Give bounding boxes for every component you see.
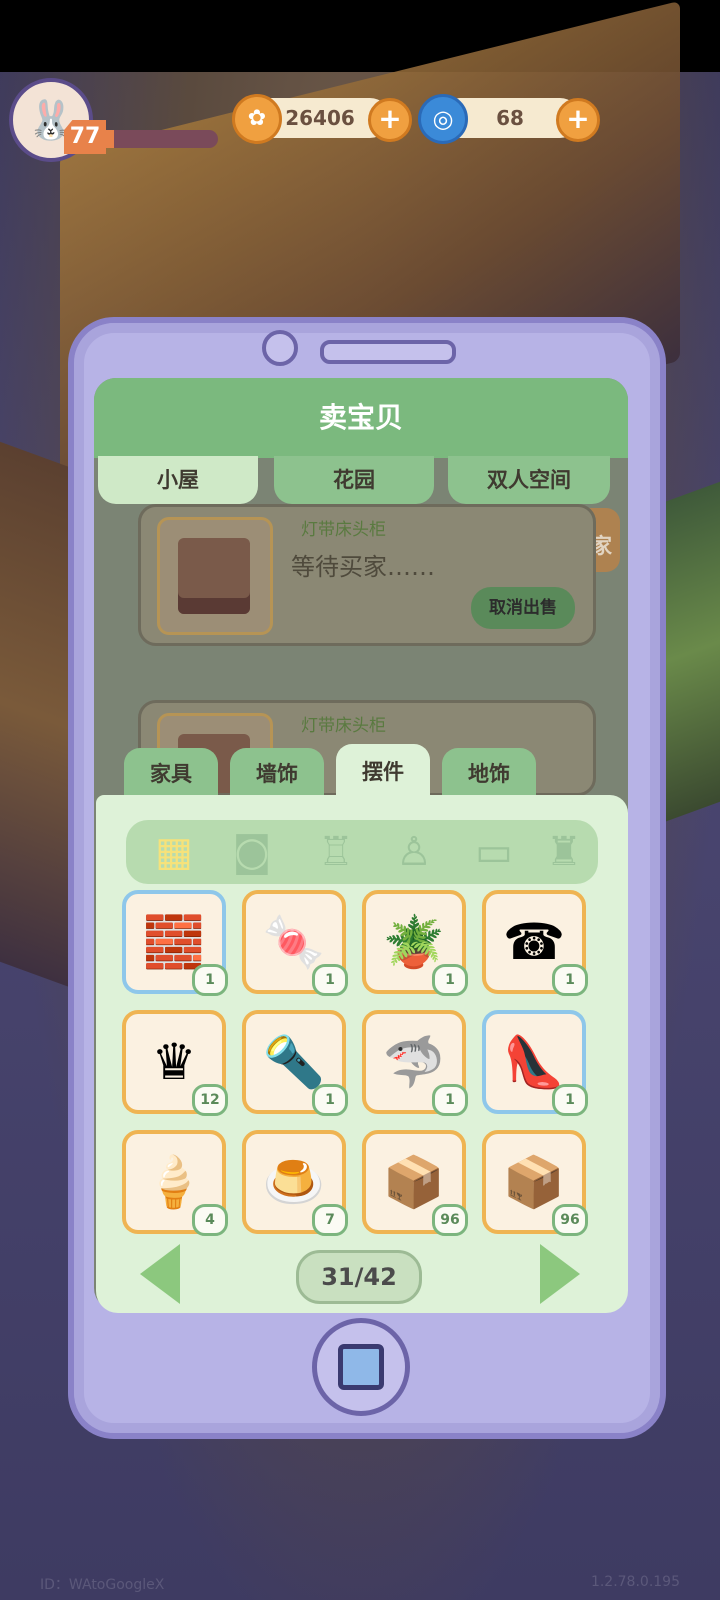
item-quantity: 1 — [552, 964, 588, 996]
player-id: ID：WAtoGoogleX — [40, 1577, 165, 1593]
add-gems-button[interactable]: + — [556, 98, 600, 142]
coin-icon: ✿ — [232, 94, 282, 144]
item-quantity: 1 — [312, 964, 348, 996]
tab-wall-decor[interactable]: 墙饰 — [230, 748, 324, 800]
item-chess-queen[interactable]: ♛ 12 — [122, 1010, 228, 1116]
xp-bar — [100, 130, 218, 148]
sale-listing: 灯带床头柜 等待买家…… 取消出售 — [138, 504, 596, 646]
item-quantity: 12 — [192, 1084, 228, 1116]
add-coins-button[interactable]: + — [368, 98, 412, 142]
level-badge: 77 — [64, 120, 106, 154]
item-quantity: 1 — [432, 1084, 468, 1116]
page-indicator: 31/42 — [296, 1250, 422, 1304]
item-flashlight[interactable]: 🔦 1 — [242, 1010, 348, 1116]
sale-item-name: 灯带床头柜 — [301, 520, 386, 540]
item-building-blocks[interactable]: 🧱 1 — [122, 890, 228, 996]
sale-item-name: 灯带床头柜 — [301, 716, 386, 736]
item-quantity: 7 — [312, 1204, 348, 1236]
bottle-icon[interactable]: ♜ — [536, 824, 592, 880]
home-square-icon — [338, 1344, 384, 1390]
item-quantity: 1 — [192, 964, 228, 996]
nightstand-icon — [178, 538, 250, 614]
item-pink-shoe[interactable]: 👠 1 — [482, 1010, 588, 1116]
location-tabs: 小屋 花园 双人空间 — [98, 456, 624, 504]
footer: ID：WAtoGoogleX 1.2.78.0.195 — [40, 1574, 680, 1594]
item-cardboard-box[interactable]: 📦 96 — [482, 1130, 588, 1236]
sale-item-thumbnail — [157, 517, 273, 635]
grid-icon[interactable]: ▦ — [146, 824, 202, 880]
tab-ornaments[interactable]: 摆件 — [336, 744, 430, 800]
item-quantity: 1 — [312, 1084, 348, 1116]
tab-shared-space[interactable]: 双人空间 — [448, 456, 610, 504]
tab-floor-decor[interactable]: 地饰 — [442, 748, 536, 800]
item-quantity: 1 — [552, 1084, 588, 1116]
item-quantity: 4 — [192, 1204, 228, 1236]
pillow-icon[interactable]: ▭ — [466, 824, 522, 880]
cancel-sale-button[interactable]: 取消出售 — [471, 587, 575, 629]
item-quantity: 1 — [432, 964, 468, 996]
tab-furniture[interactable]: 家具 — [124, 748, 218, 800]
version-number: 1.2.78.0.195 — [590, 1574, 680, 1590]
item-cardboard-box[interactable]: 📦 96 — [362, 1130, 468, 1236]
item-gumball-machine[interactable]: 🍬 1 — [242, 890, 348, 996]
cup-icon[interactable]: ♖ — [308, 824, 364, 880]
item-shark-plush[interactable]: 🦈 1 — [362, 1010, 468, 1116]
pot-icon[interactable]: ◙ — [224, 824, 280, 880]
item-quantity: 96 — [432, 1204, 468, 1236]
tab-garden[interactable]: 花园 — [274, 456, 434, 504]
tab-cabin[interactable]: 小屋 — [98, 456, 258, 504]
item-ice-cream-plate[interactable]: 🍦 4 — [122, 1130, 228, 1236]
page-title: 卖宝贝 — [94, 378, 628, 458]
lamp-icon[interactable]: ♙ — [386, 824, 442, 880]
phone-speaker — [320, 340, 456, 364]
item-jelly-pudding[interactable]: 🍮 7 — [242, 1130, 348, 1236]
item-telephone[interactable]: ☎ 1 — [482, 890, 588, 996]
item-plant-pots[interactable]: 🪴 1 — [362, 890, 468, 996]
swirl-gem-icon: ◎ — [418, 94, 468, 144]
item-quantity: 96 — [552, 1204, 588, 1236]
phone-camera — [262, 330, 298, 366]
sale-item-status: 等待买家…… — [291, 553, 435, 581]
